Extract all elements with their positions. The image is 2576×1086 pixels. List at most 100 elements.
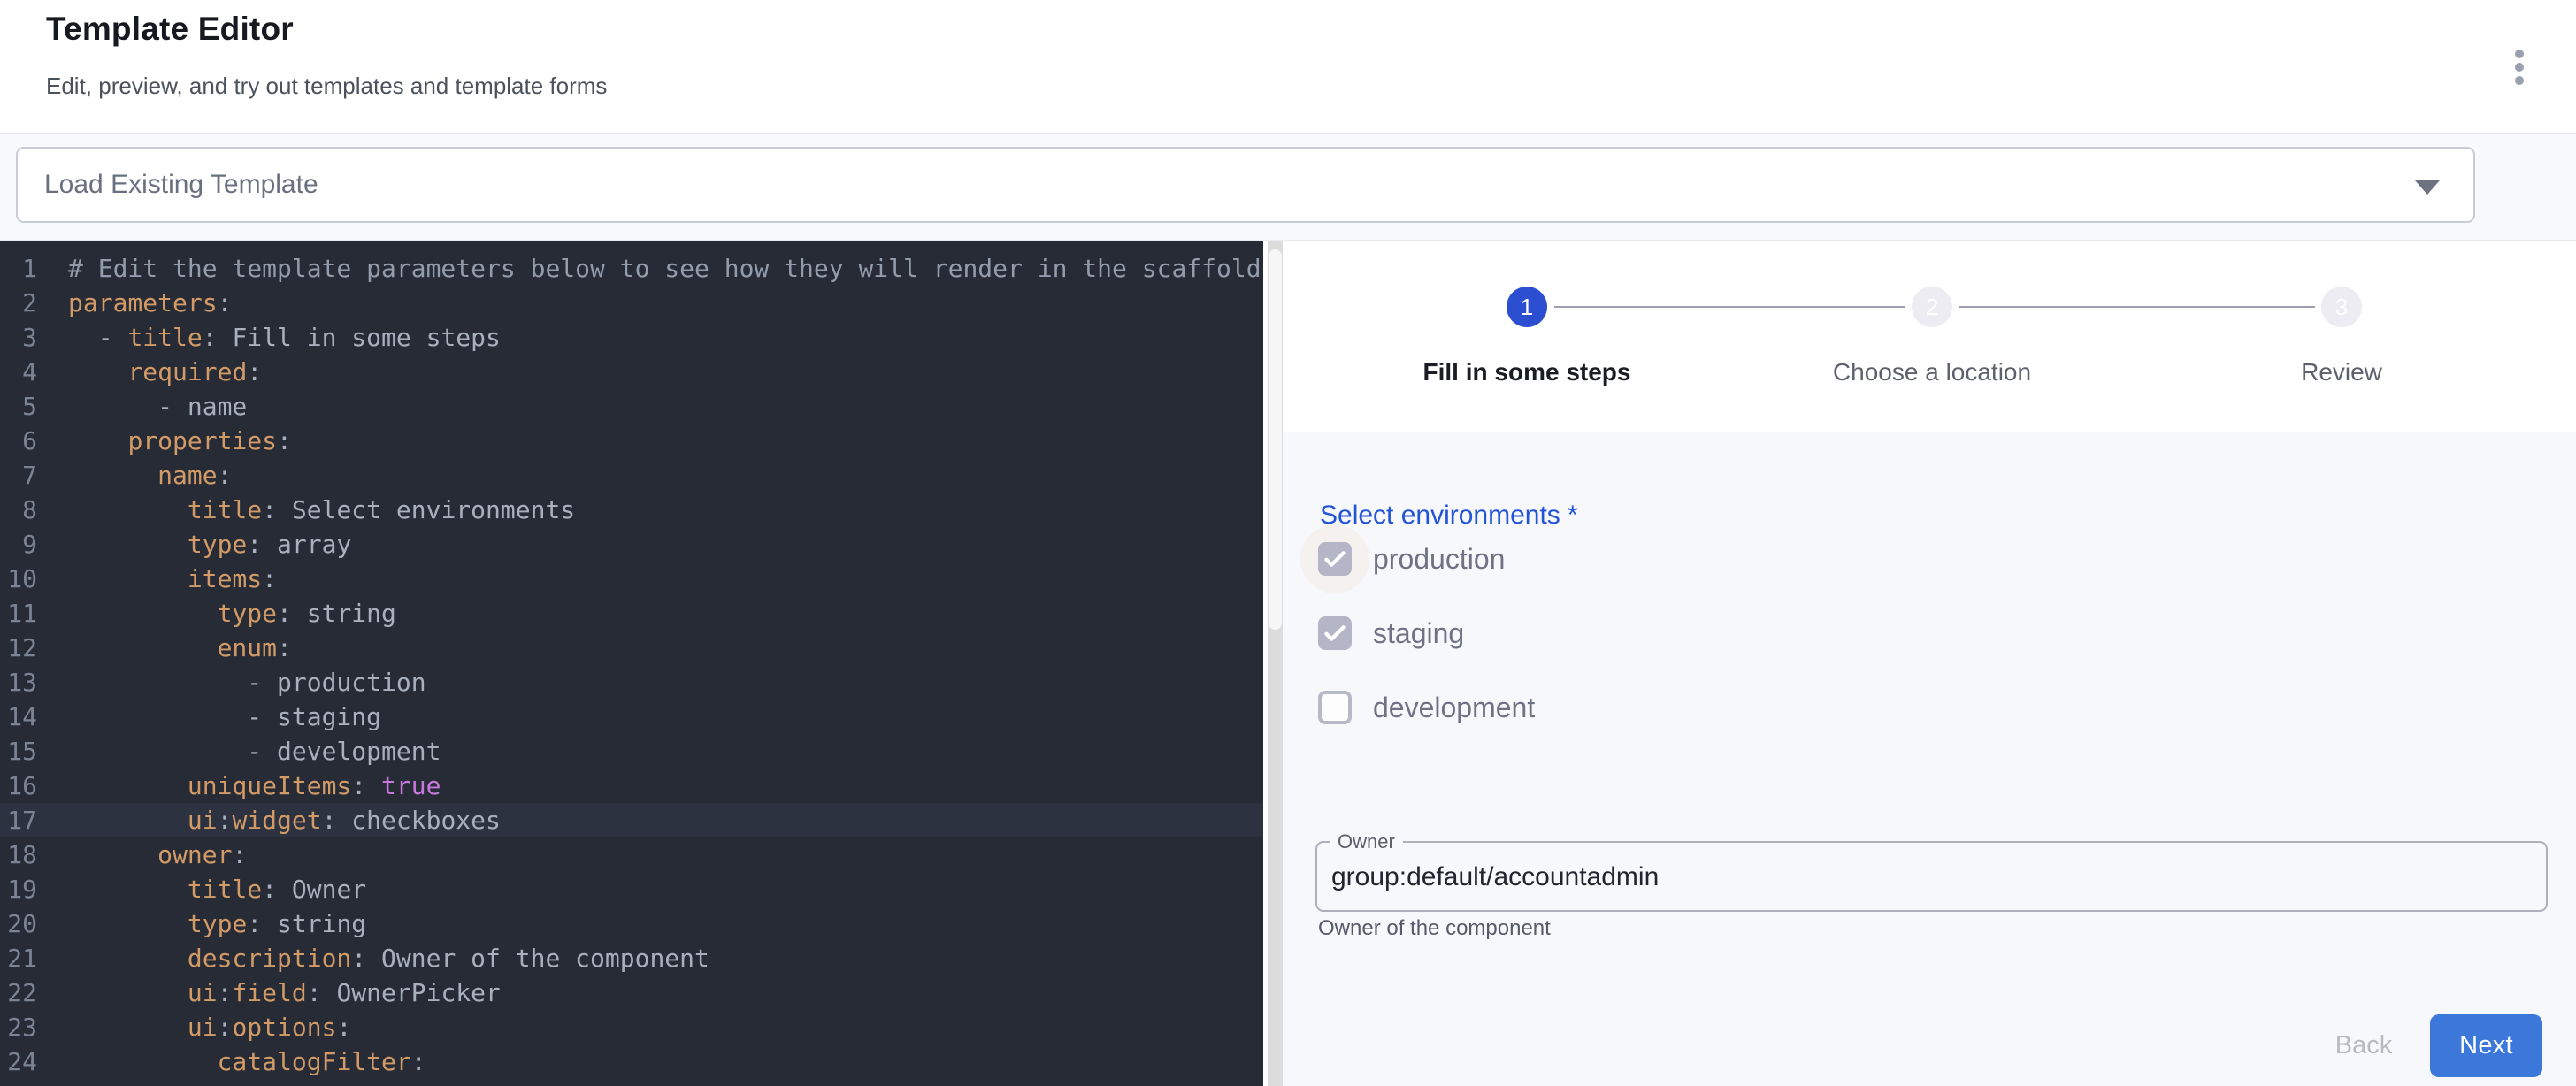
checkbox-checked-icon bbox=[1318, 542, 1352, 576]
code-line[interactable]: 15 - development bbox=[0, 734, 1263, 769]
owner-field[interactable]: Owner bbox=[1315, 830, 2548, 912]
line-number: 10 bbox=[0, 562, 37, 596]
template-editor-screen: Template Editor Edit, preview, and try o… bbox=[0, 0, 2576, 1086]
kebab-menu-icon bbox=[2515, 50, 2524, 58]
code-text: - development bbox=[68, 734, 441, 769]
line-number: 4 bbox=[0, 355, 37, 389]
step-connector bbox=[1554, 306, 1905, 308]
code-text: properties: bbox=[68, 424, 292, 458]
chevron-down-icon bbox=[2415, 180, 2440, 195]
line-number: 7 bbox=[0, 458, 37, 493]
code-text: required: bbox=[68, 355, 262, 389]
owner-input[interactable] bbox=[1331, 853, 2517, 901]
code-text: ui:field: OwnerPicker bbox=[68, 975, 501, 1010]
checkbox-label: development bbox=[1373, 692, 1535, 724]
code-line[interactable]: 24 catalogFilter: bbox=[0, 1044, 1263, 1079]
code-text: - name bbox=[68, 389, 247, 424]
kebab-menu-icon bbox=[2515, 76, 2524, 85]
line-number: 5 bbox=[0, 389, 37, 424]
load-existing-template-select[interactable] bbox=[16, 147, 2475, 223]
code-line[interactable]: 16 uniqueItems: true bbox=[0, 769, 1263, 803]
code-text: owner: bbox=[68, 837, 247, 872]
checkbox-wrap bbox=[1318, 616, 1352, 650]
code-text: enum: bbox=[68, 631, 292, 665]
next-button[interactable]: Next bbox=[2430, 1014, 2542, 1077]
code-text: type: string bbox=[68, 906, 366, 941]
code-line[interactable]: 22 ui:field: OwnerPicker bbox=[0, 975, 1263, 1010]
line-number: 20 bbox=[0, 906, 37, 941]
line-number: 16 bbox=[0, 769, 37, 803]
app-header: Template Editor Edit, preview, and try o… bbox=[0, 0, 2576, 133]
step-1-circle: 1 bbox=[1506, 287, 1547, 327]
code-text: parameters: bbox=[68, 286, 232, 320]
checkbox-wrap bbox=[1318, 691, 1352, 724]
code-line[interactable]: 3 - title: Fill in some steps bbox=[0, 320, 1263, 355]
page-title: Template Editor bbox=[46, 11, 294, 48]
checkbox-option-production[interactable]: production bbox=[1283, 522, 2167, 596]
line-number: 12 bbox=[0, 631, 37, 665]
line-number: 13 bbox=[0, 665, 37, 700]
load-existing-template-input[interactable] bbox=[18, 149, 2473, 221]
code-line[interactable]: 19 title: Owner bbox=[0, 872, 1263, 906]
code-line[interactable]: 13 - production bbox=[0, 665, 1263, 700]
step-2-label: Choose a location bbox=[1755, 358, 2109, 386]
code-line[interactable]: 21 description: Owner of the component bbox=[0, 941, 1263, 975]
line-number: 14 bbox=[0, 700, 37, 734]
editor-scrollbar-thumb[interactable] bbox=[1269, 249, 1282, 630]
code-text: type: array bbox=[68, 527, 351, 562]
line-number: 3 bbox=[0, 320, 37, 355]
line-number: 24 bbox=[0, 1044, 37, 1079]
step-3-label: Review bbox=[2165, 358, 2518, 386]
more-options-button[interactable] bbox=[2502, 39, 2537, 96]
line-number: 2 bbox=[0, 286, 37, 320]
code-text: type: string bbox=[68, 596, 396, 631]
code-line[interactable]: 6 properties: bbox=[0, 424, 1263, 458]
code-line[interactable]: 20 type: string bbox=[0, 906, 1263, 941]
code-line[interactable]: 11 type: string bbox=[0, 596, 1263, 631]
template-form-preview: Select environments* productionstagingde… bbox=[1283, 432, 2576, 1086]
line-number: 6 bbox=[0, 424, 37, 458]
editor-scrollbar[interactable] bbox=[1268, 241, 1283, 1086]
yaml-code-editor[interactable]: 1# Edit the template parameters below to… bbox=[0, 241, 1263, 1086]
code-line[interactable]: 10 items: bbox=[0, 562, 1263, 596]
code-line[interactable]: 2 parameters: bbox=[0, 286, 1263, 320]
code-text: ui:options: bbox=[68, 1010, 351, 1044]
checkbox-checked-icon bbox=[1318, 616, 1352, 650]
line-number: 1 bbox=[0, 251, 37, 286]
code-text: items: bbox=[68, 562, 277, 596]
checkbox-option-staging[interactable]: staging bbox=[1283, 596, 2167, 670]
code-line[interactable]: 5 - name bbox=[0, 389, 1263, 424]
checkbox-label: production bbox=[1373, 543, 1505, 576]
owner-helper-text: Owner of the component bbox=[1318, 916, 1551, 941]
line-number: 23 bbox=[0, 1010, 37, 1044]
code-line[interactable]: 9 type: array bbox=[0, 527, 1263, 562]
step-2-circle: 2 bbox=[1912, 287, 1952, 327]
line-number: 18 bbox=[0, 837, 37, 872]
line-number: 8 bbox=[0, 493, 37, 527]
kebab-menu-icon bbox=[2515, 63, 2524, 72]
code-line[interactable]: 17 ui:widget: checkboxes bbox=[0, 803, 1263, 837]
checkbox-option-development[interactable]: development bbox=[1283, 670, 2167, 745]
code-line[interactable]: 8 title: Select environments bbox=[0, 493, 1263, 527]
code-text: description: Owner of the component bbox=[68, 941, 709, 975]
back-button[interactable]: Back bbox=[2311, 1025, 2417, 1066]
checkbox-wrap bbox=[1318, 542, 1352, 576]
line-number: 11 bbox=[0, 596, 37, 631]
load-template-bar bbox=[0, 133, 2576, 241]
page-subtitle: Edit, preview, and try out templates and… bbox=[46, 73, 607, 100]
line-number: 17 bbox=[0, 803, 37, 837]
code-line[interactable]: 1# Edit the template parameters below to… bbox=[0, 251, 1263, 286]
code-line[interactable]: 7 name: bbox=[0, 458, 1263, 493]
code-text: title: Select environments bbox=[68, 493, 575, 527]
owner-field-label: Owner bbox=[1330, 830, 1403, 853]
line-number: 19 bbox=[0, 872, 37, 906]
code-line[interactable]: 18 owner: bbox=[0, 837, 1263, 872]
checkbox-unchecked-icon bbox=[1318, 691, 1352, 724]
code-text: name: bbox=[68, 458, 232, 493]
code-line[interactable]: 14 - staging bbox=[0, 700, 1263, 734]
code-text: - staging bbox=[68, 700, 381, 734]
line-number: 22 bbox=[0, 975, 37, 1010]
code-line[interactable]: 23 ui:options: bbox=[0, 1010, 1263, 1044]
code-line[interactable]: 12 enum: bbox=[0, 631, 1263, 665]
code-line[interactable]: 4 required: bbox=[0, 355, 1263, 389]
